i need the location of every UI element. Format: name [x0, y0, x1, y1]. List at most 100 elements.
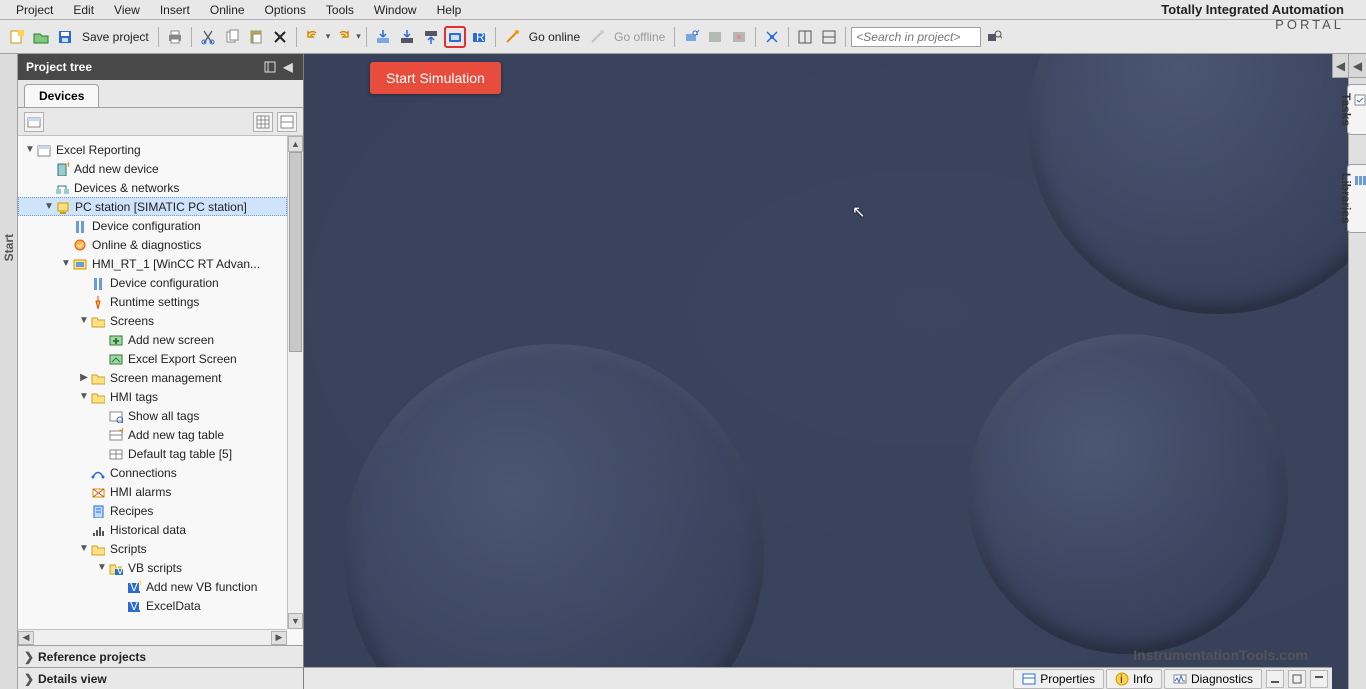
- upload-button[interactable]: [420, 26, 442, 48]
- menu-view[interactable]: View: [104, 0, 150, 20]
- split-v-button[interactable]: [818, 26, 840, 48]
- cross-ref-button[interactable]: [761, 26, 783, 48]
- tree-item-tag-table[interactable]: ▶Default tag table [5]: [18, 444, 287, 463]
- tasks-tab[interactable]: Tasks: [1347, 84, 1366, 135]
- tree-item-vb-folder[interactable]: ▼VBVB scripts: [18, 558, 287, 577]
- stage-collapse-icon[interactable]: ◀: [1332, 54, 1348, 78]
- tree-item-runtime-settings[interactable]: ▶Runtime settings: [18, 292, 287, 311]
- scroll-thumb[interactable]: [289, 152, 302, 352]
- collapse-icon[interactable]: ▼: [43, 201, 55, 212]
- panel-restore-button[interactable]: [1310, 670, 1328, 688]
- properties-tab[interactable]: Properties: [1013, 669, 1104, 689]
- tree-item-vb-script[interactable]: ▶VBExcelData: [18, 596, 287, 615]
- panel-collapse-icon[interactable]: ◀: [281, 60, 295, 74]
- collapse-icon[interactable]: ▼: [78, 315, 90, 326]
- reference-projects-accordion[interactable]: ❯ Reference projects: [18, 645, 303, 667]
- tree-item-online-diag[interactable]: ▶Online & diagnostics: [18, 235, 287, 254]
- tree-item-folder[interactable]: ▼HMI tags: [18, 387, 287, 406]
- menu-help[interactable]: Help: [427, 0, 472, 20]
- tree-toolbar-button[interactable]: [24, 112, 44, 132]
- collapse-icon[interactable]: ▼: [78, 391, 90, 402]
- expand-icon[interactable]: ▶: [78, 372, 90, 383]
- tree-item-add-vb[interactable]: ▶VB+Add new VB function: [18, 577, 287, 596]
- start-tab[interactable]: Start: [2, 234, 16, 261]
- left-strip[interactable]: Start: [0, 54, 18, 689]
- tree-item-screen[interactable]: ▶Excel Export Screen: [18, 349, 287, 368]
- start-runtime-button[interactable]: RT: [468, 26, 490, 48]
- scroll-up[interactable]: ▲: [288, 136, 303, 152]
- panel-min-button[interactable]: [1266, 670, 1284, 688]
- tree-detail-button[interactable]: [277, 112, 297, 132]
- start-simulation-callout[interactable]: Start Simulation: [370, 62, 501, 94]
- scroll-right[interactable]: ▶: [271, 631, 287, 645]
- panel-layout-icon[interactable]: [263, 60, 277, 74]
- menu-insert[interactable]: Insert: [150, 0, 200, 20]
- go-online-icon[interactable]: [501, 26, 523, 48]
- tree-grid-button[interactable]: [253, 112, 273, 132]
- collapse-icon[interactable]: ▼: [78, 543, 90, 554]
- right-expand-icon[interactable]: ◀: [1349, 54, 1366, 78]
- tree-item-connections[interactable]: ▶Connections: [18, 463, 287, 482]
- tree-vscroll[interactable]: ▲ ▼: [287, 136, 303, 629]
- brand-line2: PORTAL: [1161, 17, 1344, 32]
- stop-cpu-button[interactable]: [728, 26, 750, 48]
- project-tree[interactable]: ▼Excel Reporting▶+Add new device▶Devices…: [18, 136, 287, 629]
- tree-item-historical[interactable]: ▶Historical data: [18, 520, 287, 539]
- download-hw-button[interactable]: [372, 26, 394, 48]
- menu-tools[interactable]: Tools: [316, 0, 364, 20]
- collapse-icon[interactable]: ▼: [60, 258, 72, 269]
- download-sw-button[interactable]: [396, 26, 418, 48]
- tree-item-project[interactable]: ▼Excel Reporting: [18, 140, 287, 159]
- tree-item-device-config[interactable]: ▶Device configuration: [18, 216, 287, 235]
- copy-button[interactable]: [221, 26, 243, 48]
- tree-item-recipes[interactable]: ▶Recipes: [18, 501, 287, 520]
- tree-item-show-tags[interactable]: ▶Show all tags: [18, 406, 287, 425]
- menu-edit[interactable]: Edit: [63, 0, 104, 20]
- diagnostics-tab[interactable]: Diagnostics: [1164, 669, 1262, 689]
- go-online-label[interactable]: Go online: [525, 30, 584, 44]
- info-tab[interactable]: i Info: [1106, 669, 1162, 689]
- tree-item-folder[interactable]: ▼Scripts: [18, 539, 287, 558]
- redo-dropdown[interactable]: ▾: [356, 31, 361, 42]
- collapse-icon[interactable]: ▼: [24, 144, 36, 155]
- tree-item-folder[interactable]: ▶Screen management: [18, 368, 287, 387]
- search-input[interactable]: [851, 27, 981, 47]
- tree-item-devices-networks[interactable]: ▶Devices & networks: [18, 178, 287, 197]
- print-button[interactable]: [164, 26, 186, 48]
- tree-item-hmi-rt[interactable]: ▼HMI_RT_1 [WinCC RT Advan...: [18, 254, 287, 273]
- start-simulation-button[interactable]: [444, 26, 466, 48]
- paste-button[interactable]: [245, 26, 267, 48]
- tree-item-device-config[interactable]: ▶Device configuration: [18, 273, 287, 292]
- new-project-button[interactable]: [6, 26, 28, 48]
- menu-online[interactable]: Online: [200, 0, 255, 20]
- save-button[interactable]: [54, 26, 76, 48]
- menu-window[interactable]: Window: [364, 0, 427, 20]
- menu-project[interactable]: Project: [6, 0, 63, 20]
- delete-button[interactable]: [269, 26, 291, 48]
- libraries-tab[interactable]: Libraries: [1347, 164, 1366, 233]
- search-go-button[interactable]: [983, 26, 1005, 48]
- accessible-devices-button[interactable]: ?: [680, 26, 702, 48]
- start-cpu-button[interactable]: [704, 26, 726, 48]
- undo-dropdown[interactable]: ▾: [326, 31, 331, 42]
- menu-options[interactable]: Options: [255, 0, 316, 20]
- redo-button[interactable]: [332, 26, 354, 48]
- tree-item-add-screen[interactable]: ▶Add new screen: [18, 330, 287, 349]
- tree-item-add-tag-table[interactable]: ▶+Add new tag table: [18, 425, 287, 444]
- open-project-button[interactable]: [30, 26, 52, 48]
- tab-devices[interactable]: Devices: [24, 84, 99, 107]
- tree-item-pc-station[interactable]: ▼PC station [SIMATIC PC station]: [18, 197, 287, 216]
- tree-item-hmi-alarms[interactable]: ▶HMI alarms: [18, 482, 287, 501]
- details-view-accordion[interactable]: ❯ Details view: [18, 667, 303, 689]
- scroll-down[interactable]: ▼: [288, 613, 303, 629]
- panel-max-button[interactable]: [1288, 670, 1306, 688]
- folder-icon: [90, 389, 106, 405]
- cut-button[interactable]: [197, 26, 219, 48]
- scroll-left[interactable]: ◀: [18, 631, 34, 645]
- undo-button[interactable]: [302, 26, 324, 48]
- split-h-button[interactable]: [794, 26, 816, 48]
- tree-hscroll[interactable]: ◀ ▶: [18, 629, 287, 645]
- collapse-icon[interactable]: ▼: [96, 562, 108, 573]
- tree-item-folder[interactable]: ▼Screens: [18, 311, 287, 330]
- tree-item-add-device[interactable]: ▶+Add new device: [18, 159, 287, 178]
